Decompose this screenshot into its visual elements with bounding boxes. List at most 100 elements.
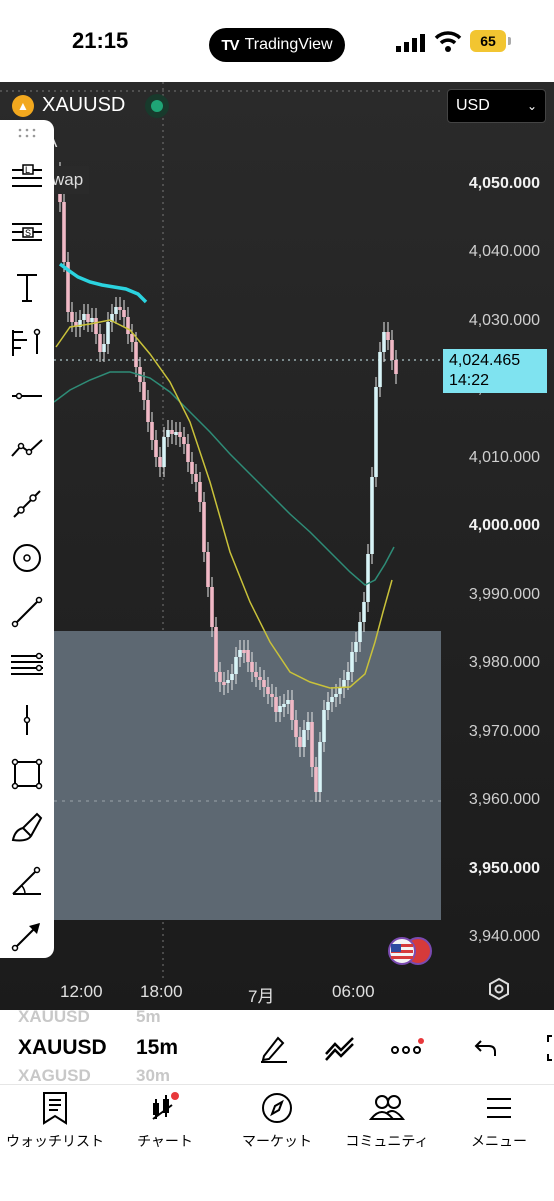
rectangle-icon <box>11 758 43 790</box>
tool-fib[interactable] <box>9 324 45 360</box>
candle-body <box>130 334 134 342</box>
economic-events-icon[interactable] <box>378 935 438 967</box>
next-symbol[interactable]: XAGUSD <box>18 1066 91 1086</box>
vertical-line-icon <box>23 705 31 735</box>
draw-button[interactable] <box>254 1028 294 1068</box>
bottom-tab-bar: ウォッチリスト チャート マーケット コミュニティ メニュー <box>0 1084 554 1201</box>
price-axis-label: 3,970.000 <box>468 723 540 740</box>
tab-menu[interactable]: メニュー <box>444 1091 554 1151</box>
tool-angle[interactable] <box>9 864 45 900</box>
tool-text[interactable] <box>9 270 45 306</box>
tool-circle[interactable] <box>9 540 45 576</box>
current-symbol[interactable]: XAUUSD <box>18 1036 107 1060</box>
brush-icon <box>11 812 43 842</box>
current-timeframe[interactable]: 15m <box>136 1036 178 1060</box>
trend-line-icon <box>11 596 43 628</box>
more-dots-icon <box>391 1038 424 1054</box>
tool-trend-line[interactable] <box>9 594 45 630</box>
time-axis-label: 06:00 <box>332 982 375 1001</box>
next-timeframe[interactable]: 30m <box>136 1066 170 1086</box>
path-icon <box>11 439 43 457</box>
candle-body <box>134 342 138 367</box>
parallel-channel-icon <box>11 652 43 675</box>
chart-settings-icon[interactable] <box>487 977 511 1001</box>
candle-body <box>262 680 266 687</box>
candle-body <box>274 697 278 712</box>
tool-long-position[interactable]: L <box>9 162 45 198</box>
candle-body <box>354 642 358 652</box>
tab-label: マーケット <box>242 1133 312 1149</box>
angle-icon <box>12 866 41 895</box>
candle-body <box>186 444 190 462</box>
candle-body <box>170 430 174 434</box>
candle-body <box>278 706 282 712</box>
candle-body <box>82 314 86 320</box>
tool-brush[interactable] <box>9 810 45 846</box>
tool-arrow[interactable] <box>9 918 45 954</box>
candle-body <box>158 457 162 467</box>
tab-markets[interactable]: マーケット <box>222 1091 332 1151</box>
candle-body <box>150 422 154 440</box>
candle-body <box>122 310 126 317</box>
candle-body <box>190 462 194 474</box>
candle-body <box>182 437 186 444</box>
tab-label: コミュニティ <box>345 1133 429 1149</box>
candle-body <box>86 314 90 322</box>
chart-symbol-header[interactable]: ▲ XAUUSD <box>12 94 164 117</box>
candle-body <box>230 674 234 680</box>
currency-select[interactable]: USD ⌄ <box>447 89 546 123</box>
candle-body <box>258 677 262 680</box>
candle-body <box>386 332 390 340</box>
tool-vertical-line[interactable] <box>9 702 45 738</box>
trend-path-icon <box>13 490 41 518</box>
candle-body <box>302 730 306 747</box>
tool-path[interactable] <box>9 432 45 468</box>
candle-body <box>286 700 290 704</box>
tool-rectangle[interactable] <box>9 756 45 792</box>
candle-body <box>378 352 382 387</box>
tool-horizontal-line[interactable] <box>9 378 45 414</box>
candle-body <box>314 767 318 792</box>
time-axis-label: 7月 <box>248 987 275 1006</box>
tab-label: チャート <box>137 1133 193 1149</box>
candle-body <box>338 688 342 694</box>
candle-body <box>194 474 198 482</box>
tool-trend-path[interactable] <box>9 486 45 522</box>
candle-body <box>154 440 158 457</box>
candle-body <box>374 387 378 477</box>
status-time: 21:15 <box>72 28 129 53</box>
candle-body <box>142 382 146 400</box>
tab-chart[interactable]: チャート <box>110 1091 220 1151</box>
bar-countdown: 14:22 <box>449 372 490 389</box>
undo-button[interactable] <box>466 1028 506 1068</box>
candle-body <box>106 322 110 344</box>
candle-body <box>382 332 386 352</box>
candle-body <box>242 650 246 653</box>
candle-body <box>70 312 74 322</box>
tab-community[interactable]: コミュニティ <box>332 1091 442 1151</box>
indicators-button[interactable] <box>320 1028 360 1068</box>
prev-symbol[interactable]: XAUUSD <box>18 1007 90 1027</box>
prev-timeframe[interactable]: 5m <box>136 1007 161 1027</box>
more-button[interactable] <box>387 1028 427 1068</box>
fib-icon <box>12 328 41 356</box>
candle-body <box>326 702 330 710</box>
candle-body <box>318 742 322 792</box>
tool-short-position[interactable]: S <box>9 216 45 252</box>
tab-watchlist[interactable]: ウォッチリスト <box>0 1091 110 1151</box>
price-axis-label: 4,050.000 <box>468 175 540 192</box>
support-zone <box>54 631 441 920</box>
tool-parallel-channel[interactable] <box>9 648 45 684</box>
fullscreen-button[interactable] <box>530 1028 554 1068</box>
toolbar-grip-icon[interactable] <box>18 128 36 140</box>
candle-body <box>202 502 206 552</box>
compass-icon <box>262 1093 292 1123</box>
undo-icon <box>474 1040 496 1056</box>
candle-body <box>362 602 366 622</box>
battery-indicator: 65 <box>470 30 511 52</box>
chart-area[interactable]: ▲ XAUUSD USD ⌄ A wap 4,050.0004,040.0004… <box>0 82 554 1010</box>
candle-body <box>246 650 250 662</box>
candle-body <box>218 672 222 682</box>
tradingview-pill[interactable]: TV TradingView <box>209 28 345 62</box>
svg-text:L: L <box>25 165 30 175</box>
